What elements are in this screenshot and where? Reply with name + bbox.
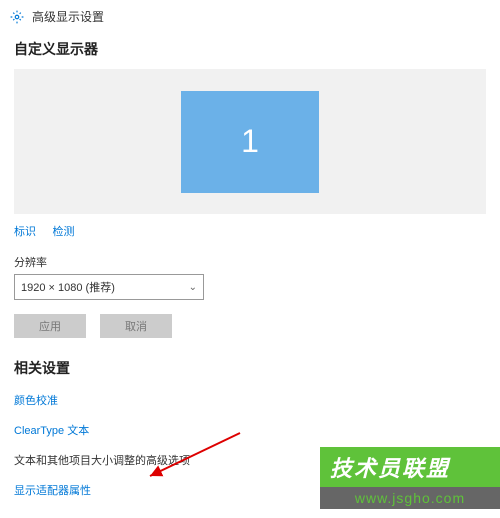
resolution-select[interactable]: 1920 × 1080 (推荐) ⌄ [14,274,204,300]
chevron-down-icon: ⌄ [189,282,197,293]
monitor-preview-area[interactable]: 1 [14,69,486,214]
detect-link[interactable]: 检测 [52,226,74,238]
window-title: 高级显示设置 [32,8,104,25]
customize-display-title: 自定义显示器 [14,39,486,59]
apply-button[interactable]: 应用 [14,314,86,338]
identify-link[interactable]: 标识 [14,226,36,238]
monitor-1[interactable]: 1 [181,91,319,193]
gear-icon [10,10,24,24]
cleartype-link[interactable]: ClearType 文本 [14,422,486,438]
cancel-button[interactable]: 取消 [100,314,172,338]
watermark-url: www.jsgho.com [320,487,500,509]
watermark-brand: 技术员联盟 [320,447,500,487]
resolution-value: 1920 × 1080 (推荐) [21,279,115,295]
window-header: 高级显示设置 [0,0,500,33]
resolution-label: 分辨率 [14,254,486,270]
related-settings-title: 相关设置 [14,358,486,378]
color-calibration-link[interactable]: 颜色校准 [14,392,486,408]
monitor-number: 1 [241,123,259,160]
watermark: 技术员联盟 www.jsgho.com [320,447,500,517]
